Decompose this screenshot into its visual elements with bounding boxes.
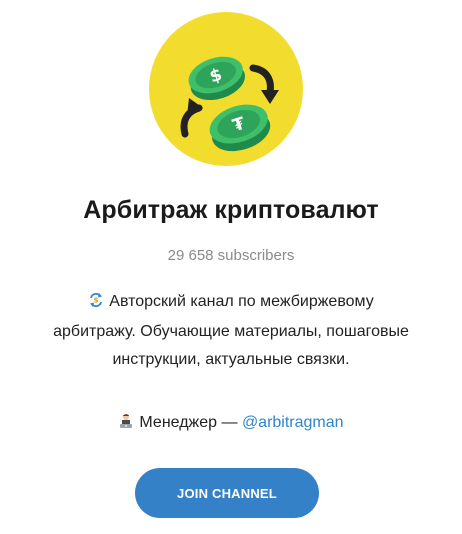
crypto-exchange-arrows-icon: $ ₮ [149,12,303,166]
description-line-3: инструкции, актуальные связки. [112,351,350,368]
channel-preview-card: $ ₮ Арбитраж криптовалют 29 658 subscrib… [0,0,462,534]
channel-title: Арбитраж криптовалют [83,196,379,224]
description-text-1: Авторский канал по межбиржевому [109,293,374,310]
svg-text:$: $ [94,297,99,305]
currency-exchange-icon: $ [88,290,104,318]
manager-contact: Менеджер — @arbitragman [0,413,462,434]
manager-username-link[interactable]: @arbitragman [242,414,344,431]
description-line-2: арбитражу. Обучающие материалы, пошаговы… [53,323,409,340]
manager-label: Менеджер — [139,414,242,431]
channel-description: $ Авторский канал по межбиржевому арбитр… [0,288,462,374]
join-channel-button[interactable]: JOIN CHANNEL [135,468,319,518]
description-line-1: $ Авторский канал по межбиржевому [0,288,462,318]
man-technologist-icon [118,413,134,434]
channel-avatar: $ ₮ [149,12,303,166]
subscriber-count: 29 658 subscribers [167,247,295,264]
